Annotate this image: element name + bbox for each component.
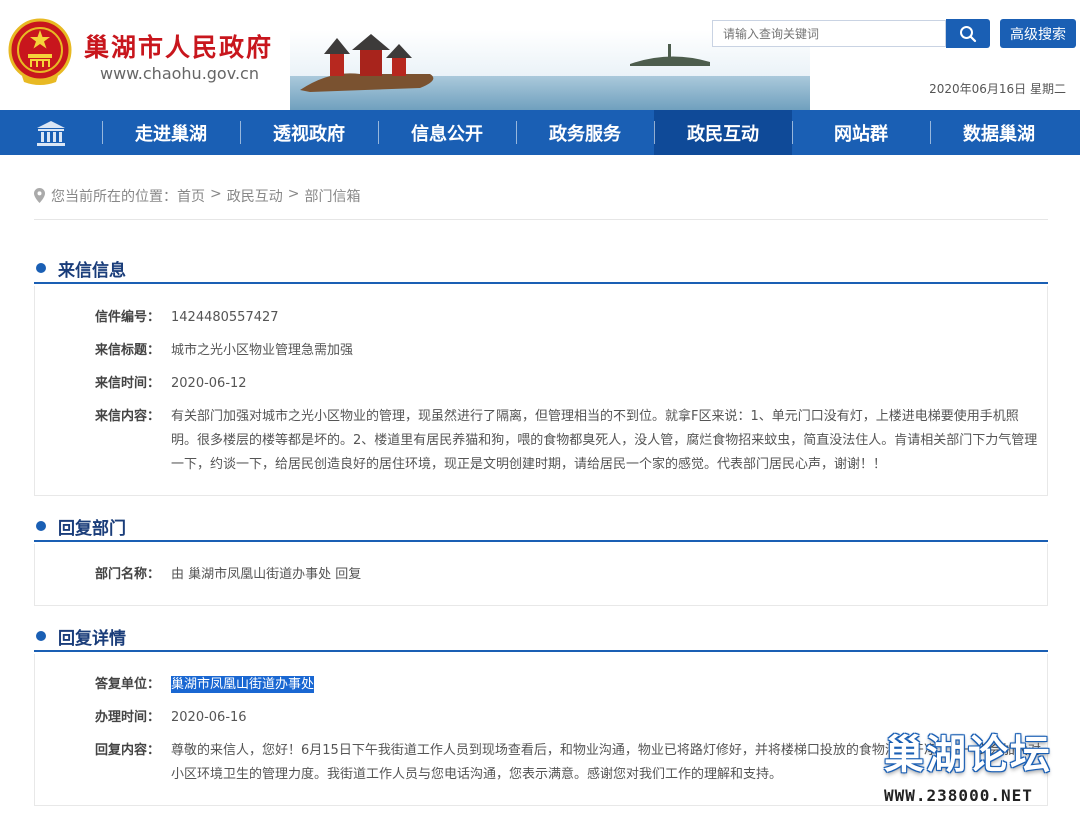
breadcrumb-zhengmin[interactable]: 政民互动 [227, 186, 283, 206]
field-label: 答复单位： [95, 677, 161, 692]
field-label: 部门名称： [95, 567, 161, 582]
national-emblem-icon [8, 18, 72, 85]
reply-unit[interactable]: 巢湖市凤凰山街道办事处 [171, 676, 315, 693]
breadcrumb-prefix: 您当前所在的位置： [51, 189, 177, 205]
advanced-search-button[interactable]: 高级搜索 [1000, 19, 1076, 48]
breadcrumb-separator: > [210, 186, 222, 202]
breadcrumb-separator: > [287, 186, 300, 202]
forum-watermark: 巢湖论坛 WWW.238000.NET [860, 718, 1080, 816]
search-button[interactable] [946, 19, 990, 48]
nav-item-wangzhanqun[interactable]: 网站群 [792, 110, 930, 155]
home-building-icon [37, 120, 65, 146]
watermark-url: WWW.238000.NET [884, 786, 1033, 805]
dept-name: 由 巢湖市凤凰山街道办事处 回复 [171, 567, 362, 582]
main-nav: 走进巢湖 透视政府 信息公开 政务服务 政民互动 网站群 数据巢湖 [0, 110, 1080, 155]
letter-id: 1424480557427 [171, 310, 279, 325]
location-pin-icon [34, 188, 45, 203]
nav-item-toushi[interactable]: 透视政府 [240, 110, 378, 155]
section-letter-info-title: 来信信息 [34, 254, 1048, 284]
field-label: 信件编号： [95, 310, 161, 325]
nav-item-zhengwu[interactable]: 政务服务 [516, 110, 654, 155]
nav-item-xinxi[interactable]: 信息公开 [378, 110, 516, 155]
field-label: 来信标题： [95, 343, 161, 358]
nav-item-zhengmin[interactable]: 政民互动 [654, 110, 792, 155]
section-title-text: 来信信息 [58, 260, 126, 281]
section-title-text: 回复详情 [58, 628, 126, 649]
site-title[interactable]: 巢湖市人民政府 [84, 28, 273, 64]
section-bullet [36, 263, 46, 273]
site-url: www.chaohu.gov.cn [100, 64, 259, 83]
section-bullet [36, 521, 46, 531]
section-reply-dept: 部门名称： 由 巢湖市凤凰山街道办事处 回复 [34, 544, 1048, 606]
site-header: 巢湖市人民政府 www.chaohu.gov.cn 请输入查询关键词 高级搜索 … [0, 0, 1080, 110]
breadcrumb-home[interactable]: 首页 [177, 186, 205, 206]
search-input[interactable] [712, 20, 946, 47]
nav-item-shuju[interactable]: 数据巢湖 [930, 110, 1068, 155]
nav-item-zoujin[interactable]: 走进巢湖 [102, 110, 240, 155]
search-icon [960, 25, 977, 42]
letter-content: 有关部门加强对城市之光小区物业的管理，现虽然进行了隔离，但管理相当的不到位。就拿… [171, 409, 1038, 472]
field-label: 来信内容： [95, 409, 161, 424]
field-label: 来信时间： [95, 376, 161, 391]
section-bullet [36, 631, 46, 641]
letter-title: 城市之光小区物业管理急需加强 [171, 343, 354, 358]
section-reply-dept-title: 回复部门 [34, 512, 1048, 542]
section-letter-info: 信件编号： 1424480557427 来信标题： 城市之光小区物业管理急需加强… [34, 286, 1048, 496]
nav-home[interactable] [0, 110, 102, 155]
section-title-text: 回复部门 [58, 518, 126, 539]
breadcrumb: 您当前所在的位置： 首页 > 政民互动 > 部门信箱 [34, 186, 1048, 220]
section-reply-detail-title: 回复详情 [34, 622, 1048, 652]
field-label: 回复内容： [95, 743, 161, 758]
letter-date: 2020-06-12 [171, 376, 247, 391]
current-date: 2020年06月16日 星期二 [929, 82, 1066, 96]
field-label: 办理时间： [95, 710, 161, 725]
watermark-name: 巢湖论坛 [884, 732, 1052, 778]
breadcrumb-current: 部门信箱 [304, 189, 361, 205]
